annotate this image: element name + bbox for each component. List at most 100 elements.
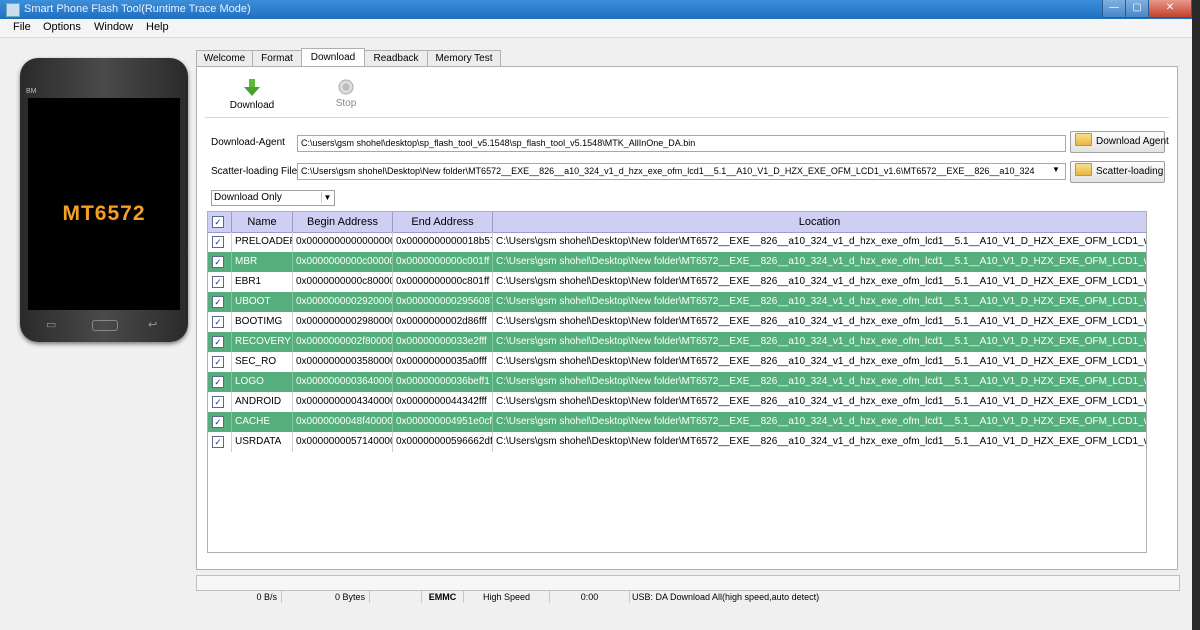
row-checkbox[interactable]: ✓	[212, 396, 224, 408]
download-button-label: Download	[229, 100, 275, 111]
close-button[interactable]: ✕	[1148, 0, 1192, 18]
download-arrow-icon	[244, 79, 260, 96]
status-spacer	[370, 591, 422, 603]
download-agent-label: Download-Agent	[211, 137, 285, 148]
table-row[interactable]: ✓ BOOTIMG 0x0000000002980000 0x0000000002d8…	[208, 312, 1146, 332]
phone-model: MT6572	[62, 202, 146, 225]
cell-name: LOGO	[232, 372, 293, 392]
column-location[interactable]: Location	[493, 212, 1146, 232]
scatter-loading-button[interactable]: Scatter-loading	[1070, 161, 1165, 183]
cell-name: MBR	[232, 252, 293, 272]
scatter-loading-field[interactable]: C:\Users\gsm shohel\Desktop\New folder\M…	[297, 163, 1066, 180]
minimize-button[interactable]: —	[1102, 0, 1126, 18]
table-row[interactable]: ✓ LOGO 0x0000000003640000 0x00000000036beff…	[208, 372, 1146, 392]
chevron-down-icon: ▼	[321, 192, 333, 203]
row-checkbox-cell: ✓	[208, 412, 232, 432]
status-bar: 0 B/s 0 Bytes EMMC High Speed 0:00 USB: …	[196, 575, 1180, 603]
row-checkbox-cell: ✓	[208, 392, 232, 412]
cell-end: 0x000000004951e0cf	[393, 412, 493, 432]
phone-keys: ▭ ↩	[20, 314, 188, 334]
row-checkbox[interactable]: ✓	[212, 296, 224, 308]
tab-format[interactable]: Format	[252, 50, 302, 67]
cell-end: 0x00000000033e2fff	[393, 332, 493, 352]
select-all-checkbox[interactable]: ✓	[212, 216, 224, 228]
cell-location: C:\Users\gsm shohel\Desktop\New folder\M…	[496, 396, 1146, 407]
row-checkbox-cell: ✓	[208, 292, 232, 312]
cell-end: 0x0000000002d86fff	[393, 312, 493, 332]
stop-button[interactable]: Stop	[323, 79, 369, 109]
maximize-button[interactable]: ▢	[1125, 0, 1149, 18]
cell-begin: 0x0000000004340000	[293, 392, 393, 412]
tab-welcome[interactable]: Welcome	[196, 50, 253, 67]
menu-options[interactable]: Options	[43, 21, 81, 33]
cell-name: EBR1	[232, 272, 293, 292]
partition-table: ✓ Name Begin Address End Address Locatio…	[207, 211, 1147, 553]
table-header: ✓ Name Begin Address End Address Locatio…	[208, 212, 1146, 233]
cell-location: C:\Users\gsm shohel\Desktop\New folder\M…	[496, 276, 1146, 287]
row-checkbox[interactable]: ✓	[212, 256, 224, 268]
select-all-cell: ✓	[208, 212, 232, 232]
row-checkbox-cell: ✓	[208, 372, 232, 392]
cell-name: ANDROID	[232, 392, 293, 412]
scatter-dropdown-icon[interactable]: ▼	[1052, 165, 1060, 174]
cell-begin: 0x0000000003580000	[293, 352, 393, 372]
cell-location: C:\Users\gsm shohel\Desktop\New folder\M…	[496, 336, 1146, 347]
status-usb: USB: DA Download All(high speed,auto det…	[632, 592, 820, 602]
table-row[interactable]: ✓ EBR1 0x0000000000c80000 0x0000000000c801f…	[208, 272, 1146, 292]
table-row[interactable]: ✓ USRDATA 0x0000000057140000 0x000000005966…	[208, 432, 1146, 452]
tab-download[interactable]: Download	[301, 48, 365, 68]
back-key-icon: ↩	[148, 319, 158, 331]
table-row[interactable]: ✓ UBOOT 0x0000000002920000 0x00000000029560…	[208, 292, 1146, 312]
cell-location: C:\Users\gsm shohel\Desktop\New folder\M…	[496, 236, 1146, 247]
cell-begin: 0x0000000002920000	[293, 292, 393, 312]
table-row[interactable]: ✓ MBR 0x0000000000c00000 0x0000000000c001ff…	[208, 252, 1146, 272]
download-agent-field[interactable]: C:\users\gsm shohel\desktop\sp_flash_too…	[297, 135, 1066, 152]
menu-help[interactable]: Help	[146, 21, 169, 33]
stop-icon	[338, 79, 354, 95]
tab-memory-test[interactable]: Memory Test	[427, 50, 501, 67]
row-checkbox[interactable]: ✓	[212, 376, 224, 388]
row-checkbox[interactable]: ✓	[212, 276, 224, 288]
cell-end: 0x0000000044342fff	[393, 392, 493, 412]
mode-select-value: Download Only	[214, 192, 282, 203]
scatter-loading-button-label: Scatter-loading	[1096, 166, 1164, 177]
cell-end: 0x00000000596662df	[393, 432, 493, 452]
cell-name: PRELOADER	[232, 232, 293, 252]
row-checkbox[interactable]: ✓	[212, 336, 224, 348]
app-icon	[6, 3, 20, 17]
cell-begin: 0x0000000002f80000	[293, 332, 393, 352]
cell-name: SEC_RO	[232, 352, 293, 372]
row-checkbox[interactable]: ✓	[212, 436, 224, 448]
row-checkbox-cell: ✓	[208, 232, 232, 252]
row-checkbox-cell: ✓	[208, 272, 232, 292]
title-bar: Smart Phone Flash Tool(Runtime Trace Mod…	[0, 0, 1200, 19]
table-row[interactable]: ✓ PRELOADER 0x0000000000000000 0x0000000000…	[208, 232, 1146, 252]
status-bytes: 0 Bytes	[282, 591, 370, 603]
tab-readback[interactable]: Readback	[364, 50, 428, 67]
download-panel: Download Stop Download-Agent C:\users\gs…	[196, 66, 1178, 570]
row-checkbox[interactable]: ✓	[212, 316, 224, 328]
cell-begin: 0x0000000003640000	[293, 372, 393, 392]
row-checkbox[interactable]: ✓	[212, 356, 224, 368]
column-begin-address[interactable]: Begin Address	[293, 212, 393, 232]
download-agent-button[interactable]: Download Agent	[1070, 131, 1169, 153]
menu-window[interactable]: Window	[94, 21, 133, 33]
row-checkbox-cell: ✓	[208, 352, 232, 372]
cell-location: C:\Users\gsm shohel\Desktop\New folder\M…	[496, 436, 1146, 447]
cell-end: 0x00000000035a0fff	[393, 352, 493, 372]
download-button[interactable]: Download	[227, 79, 277, 111]
cell-name: RECOVERY	[232, 332, 293, 352]
table-row[interactable]: ✓ ANDROID 0x0000000004340000 0x000000004434…	[208, 392, 1146, 412]
column-name[interactable]: Name	[232, 212, 293, 232]
column-end-address[interactable]: End Address	[393, 212, 493, 232]
cell-location: C:\Users\gsm shohel\Desktop\New folder\M…	[496, 316, 1146, 327]
cell-begin: 0x0000000048f40000	[293, 412, 393, 432]
table-row[interactable]: ✓ CACHE 0x0000000048f40000 0x000000004951e0…	[208, 412, 1146, 432]
window-edge	[1192, 0, 1200, 630]
menu-file[interactable]: File	[13, 21, 31, 33]
table-row[interactable]: ✓ RECOVERY 0x0000000002f80000 0x00000000033…	[208, 332, 1146, 352]
row-checkbox[interactable]: ✓	[212, 236, 224, 248]
table-row[interactable]: ✓ SEC_RO 0x0000000003580000 0x00000000035a0…	[208, 352, 1146, 372]
mode-select[interactable]: Download Only ▼	[211, 190, 335, 206]
row-checkbox[interactable]: ✓	[212, 416, 224, 428]
